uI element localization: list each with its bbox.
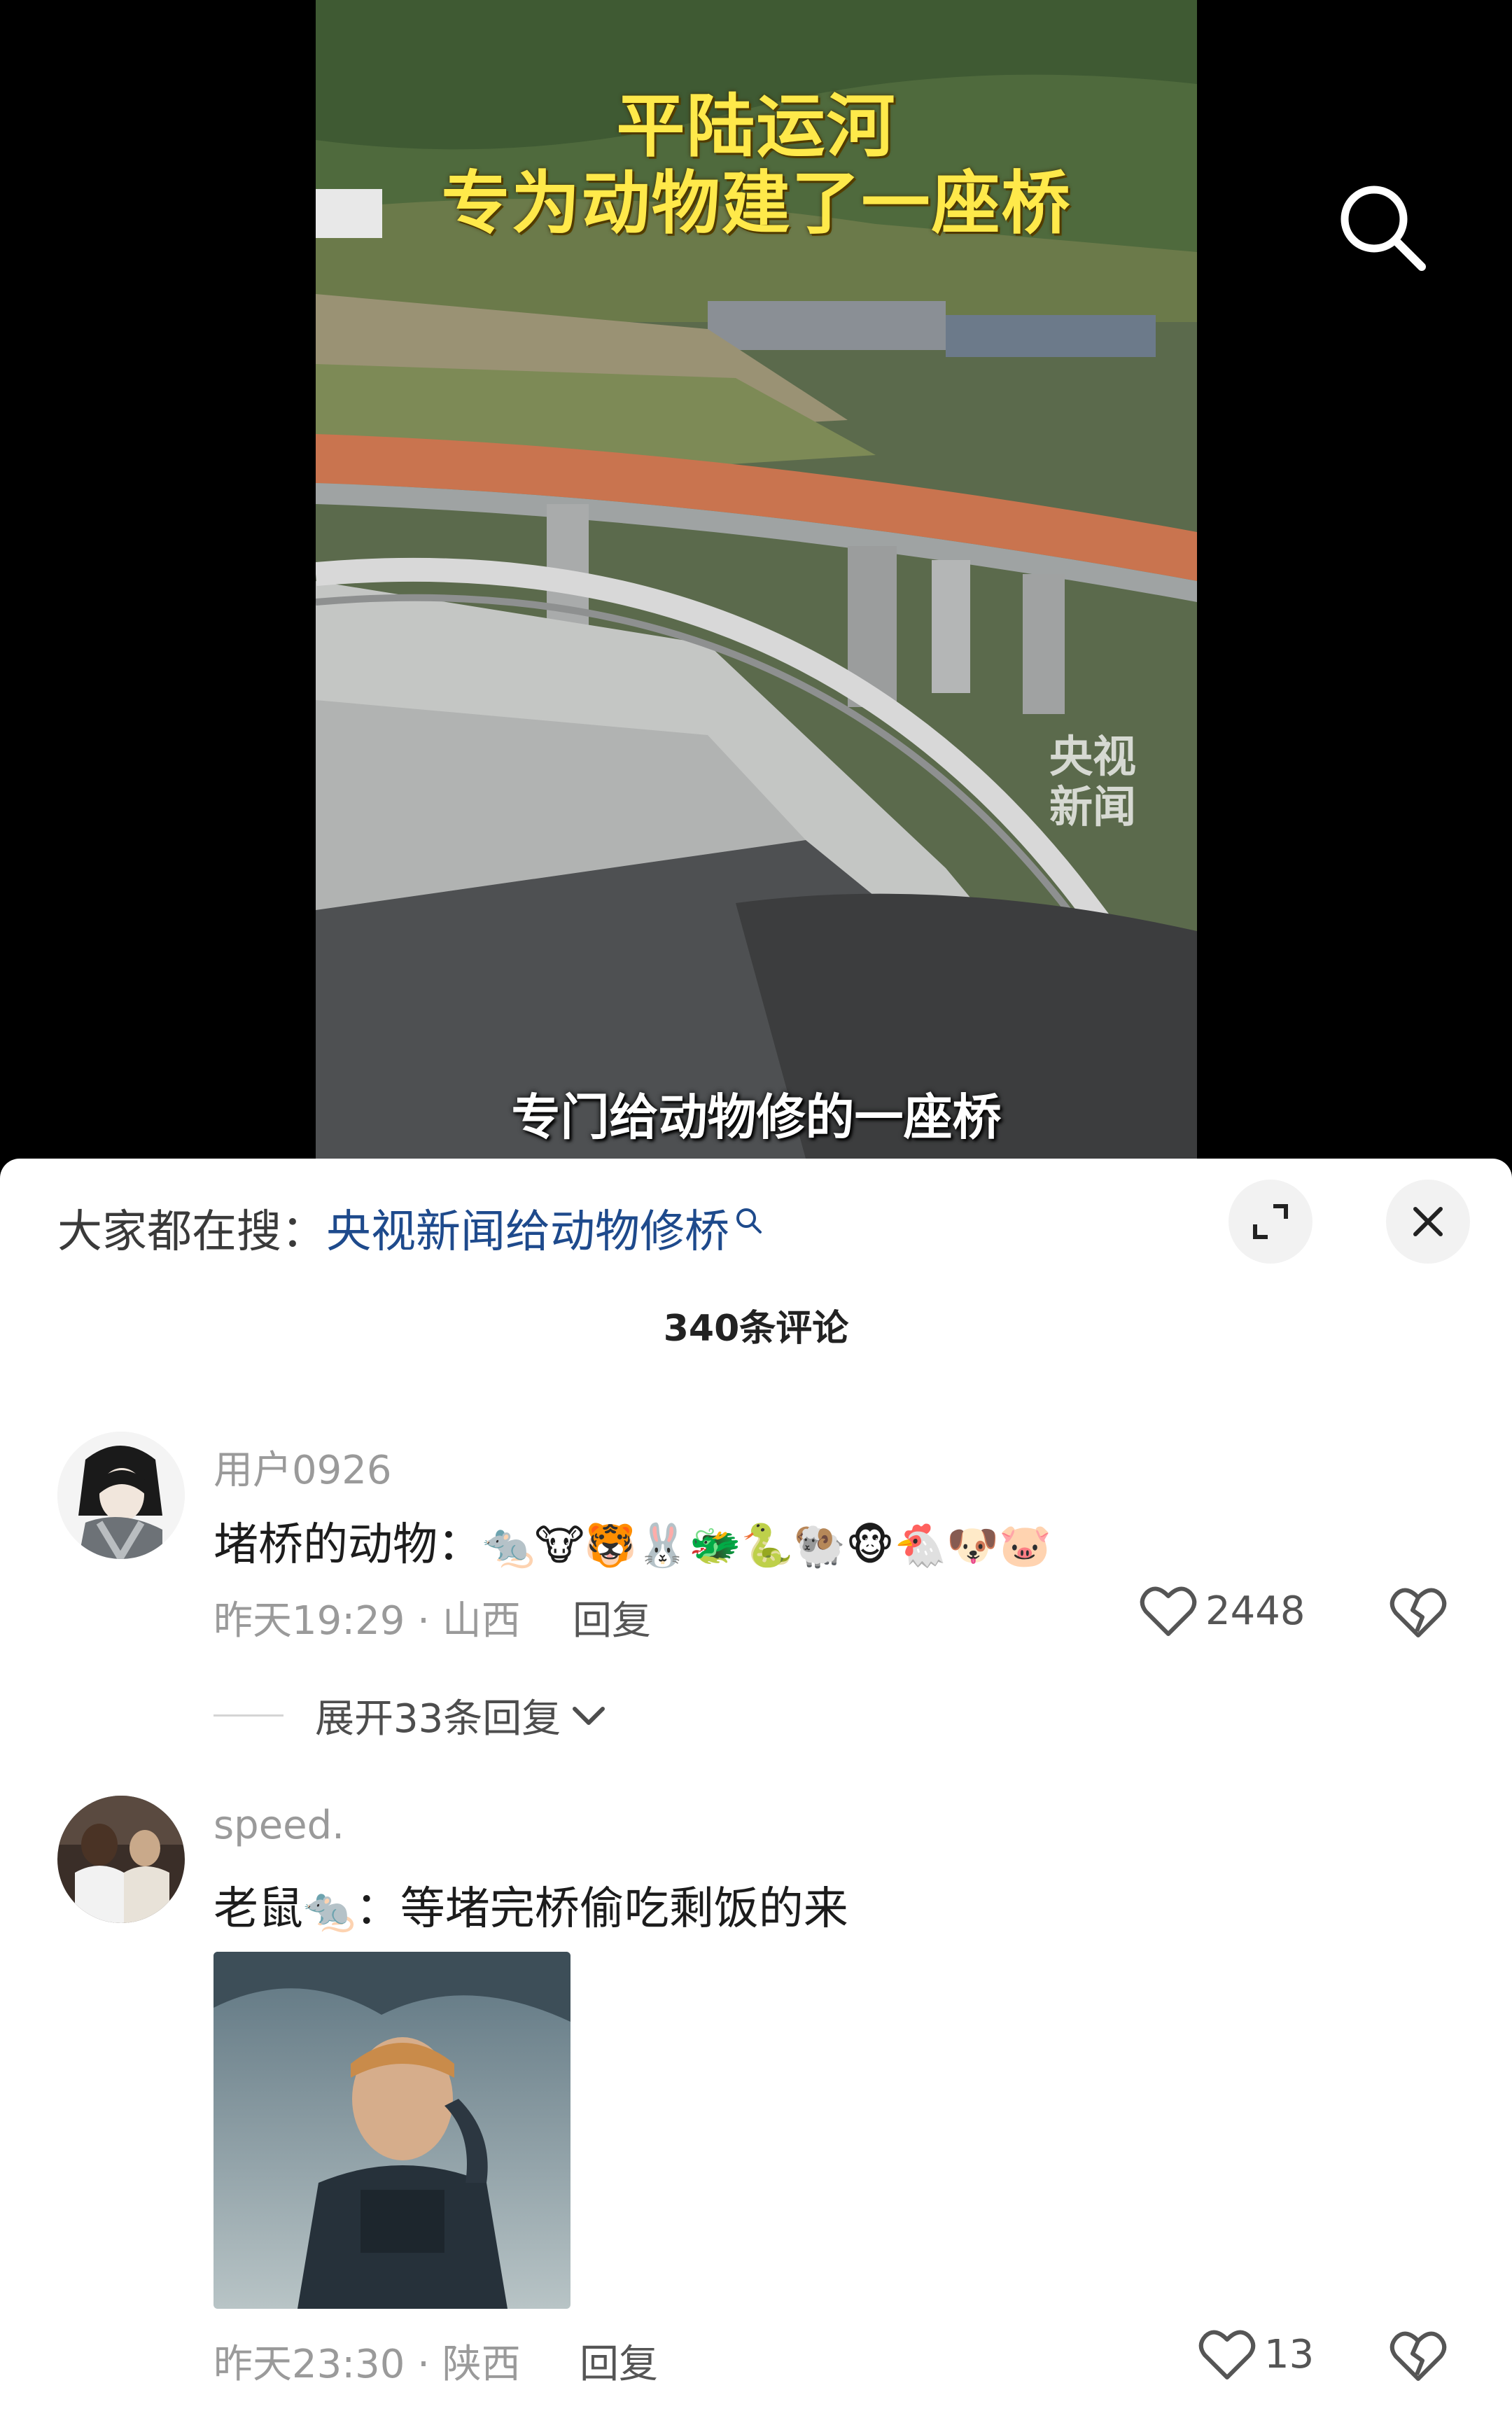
comment-text: 堵桥的动物：🐀🐮🐯🐰🐲🐍🐏🐵🐔🐶🐷 bbox=[214, 1509, 1051, 1573]
hot-search-link[interactable]: 央视新闻给动物修桥 bbox=[326, 1206, 729, 1258]
expand-replies-label: 展开33条回复 bbox=[315, 1696, 561, 1742]
comment-text-suffix: ：等堵完桥偷吃剩饭的来 bbox=[355, 1883, 848, 1935]
video-player[interactable]: 平陆运河 专为动物建了一座桥 央视 新闻 专门给动物修的一座桥 bbox=[0, 0, 1512, 1159]
hot-search-prefix: 大家都在搜： bbox=[57, 1206, 326, 1258]
search-icon bbox=[734, 1196, 764, 1248]
comment-meta: 昨天19:29 · 山西 bbox=[214, 1598, 521, 1644]
comment-emojis: 🐀🐮🐯🐰🐲🐍🐏🐵🐔🐶🐷 bbox=[482, 1521, 1051, 1570]
like-count: 13 bbox=[1264, 2331, 1315, 2377]
avatar[interactable] bbox=[57, 1796, 185, 1923]
expand-icon bbox=[1253, 1204, 1288, 1239]
video-frame[interactable]: 平陆运河 专为动物建了一座桥 央视 新闻 专门给动物修的一座桥 bbox=[316, 0, 1197, 1159]
comment-count: 340条评论 bbox=[663, 1308, 849, 1350]
video-watermark: 央视 新闻 bbox=[1049, 732, 1168, 832]
comment-text-prefix: 老鼠 bbox=[214, 1883, 303, 1935]
reply-button[interactable]: 回复 bbox=[573, 1589, 651, 1646]
comment-username[interactable]: 用户0926 bbox=[214, 1439, 392, 1495]
search-icon bbox=[1340, 186, 1426, 271]
close-icon bbox=[1413, 1207, 1443, 1236]
divider-line bbox=[214, 1714, 284, 1717]
like-button[interactable]: 13 bbox=[1198, 2327, 1314, 2382]
like-button[interactable]: 2448 bbox=[1140, 1584, 1306, 1638]
expand-replies-button[interactable]: 展开33条回复 bbox=[214, 1687, 610, 1744]
dislike-button[interactable] bbox=[1390, 1585, 1447, 1642]
heart-icon bbox=[1140, 1586, 1197, 1636]
avatar[interactable] bbox=[57, 1432, 185, 1559]
search-button[interactable] bbox=[1334, 179, 1432, 277]
chevron-down-icon bbox=[573, 1706, 606, 1725]
comment-text-body: 堵桥的动物： bbox=[214, 1519, 482, 1571]
expand-button[interactable] bbox=[1228, 1180, 1312, 1264]
like-count: 2448 bbox=[1205, 1588, 1306, 1634]
comment-text: 老鼠🐀：等堵完桥偷吃剩饭的来 bbox=[214, 1873, 848, 1937]
broken-heart-icon bbox=[1390, 2331, 1447, 2381]
broken-heart-icon bbox=[1390, 1588, 1447, 1637]
watermark-line2: 新闻 bbox=[1049, 781, 1137, 832]
video-title-line1: 平陆运河 bbox=[616, 87, 897, 167]
dislike-button[interactable] bbox=[1390, 2328, 1447, 2386]
comment-username[interactable]: speed. bbox=[214, 1803, 344, 1848]
video-title-line2: 专为动物建了一座桥 bbox=[441, 164, 1072, 244]
comment-emoji: 🐀 bbox=[303, 1885, 356, 1934]
watermark-line1: 央视 bbox=[1049, 731, 1137, 782]
comment-image[interactable] bbox=[214, 1952, 570, 2309]
video-subtitle: 专门给动物修的一座桥 bbox=[511, 1089, 1002, 1146]
reply-button[interactable]: 回复 bbox=[580, 2333, 658, 2389]
hot-search-bar[interactable]: 大家都在搜：央视新闻给动物修桥 bbox=[57, 1196, 764, 1260]
comment-meta: 昨天23:30 · 陕西 bbox=[214, 2342, 521, 2387]
heart-icon bbox=[1198, 2330, 1256, 2379]
close-button[interactable] bbox=[1386, 1180, 1470, 1264]
